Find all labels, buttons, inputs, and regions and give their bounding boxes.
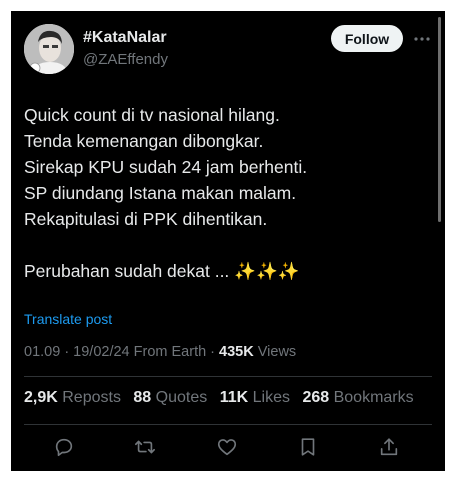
- quotes-label: Quotes: [155, 389, 208, 406]
- post-text-line: SP diundang Istana makan malam.: [24, 183, 297, 203]
- divider: [24, 376, 432, 377]
- user-handle[interactable]: @ZAEffendy: [83, 51, 168, 68]
- bookmark-icon[interactable]: [296, 435, 320, 459]
- translate-post-link[interactable]: Translate post: [24, 311, 112, 327]
- engagement-stats: 2,9K Reposts 88 Quotes 11K Likes 268 Boo…: [24, 389, 422, 407]
- closing-text: Perubahan sudah dekat ...: [24, 261, 235, 281]
- action-bar: [11, 431, 445, 461]
- bookmarks-count: 268: [302, 389, 330, 406]
- follow-button[interactable]: Follow: [331, 25, 403, 52]
- post-text-line: Tenda kemenangan dibongkar.: [24, 131, 264, 151]
- likes-stat[interactable]: 11K Likes: [220, 389, 290, 406]
- reposts-stat[interactable]: 2,9K Reposts: [24, 389, 121, 406]
- views-label: Views: [253, 344, 297, 360]
- profile-photo: [24, 24, 74, 74]
- sparkles-icon: ✨✨✨: [234, 261, 300, 281]
- post-text-line: Perubahan sudah dekat ... ✨✨✨: [24, 258, 434, 284]
- bookmarks-label: Bookmarks: [333, 389, 414, 406]
- post-window: #KataNalar @ZAEffendy Follow Quick count…: [11, 11, 445, 471]
- quotes-stat[interactable]: 88 Quotes: [133, 389, 207, 406]
- more-options-icon[interactable]: [411, 31, 433, 47]
- quotes-count: 88: [133, 389, 152, 406]
- paragraph-break: [24, 232, 434, 258]
- avatar[interactable]: [24, 24, 74, 74]
- bookmarks-stat[interactable]: 268 Bookmarks: [302, 389, 413, 406]
- likes-label: Likes: [252, 389, 290, 406]
- post-text: Quick count di tv nasional hilang. Tenda…: [24, 102, 434, 284]
- post-text-line: Rekapitulasi di PPK dihentikan.: [24, 209, 268, 229]
- post-timestamp[interactable]: 01.09 · 19/02/24 From Earth ·: [24, 344, 219, 360]
- post-text-line: Sirekap KPU sudah 24 jam berhenti.: [24, 157, 308, 177]
- scrollbar[interactable]: [438, 17, 441, 222]
- repost-icon[interactable]: [133, 435, 157, 459]
- like-icon[interactable]: [215, 435, 239, 459]
- reposts-count: 2,9K: [24, 389, 58, 406]
- likes-count: 11K: [219, 389, 249, 406]
- post-text-line: Quick count di tv nasional hilang.: [24, 105, 280, 125]
- reply-icon[interactable]: [52, 435, 76, 459]
- display-name[interactable]: #KataNalar: [83, 29, 167, 47]
- post-meta: 01.09 · 19/02/24 From Earth · 435K Views: [24, 344, 296, 360]
- reposts-label: Reposts: [62, 389, 121, 406]
- views-count: 435K: [219, 344, 254, 360]
- share-icon[interactable]: [377, 435, 401, 459]
- divider: [24, 424, 432, 425]
